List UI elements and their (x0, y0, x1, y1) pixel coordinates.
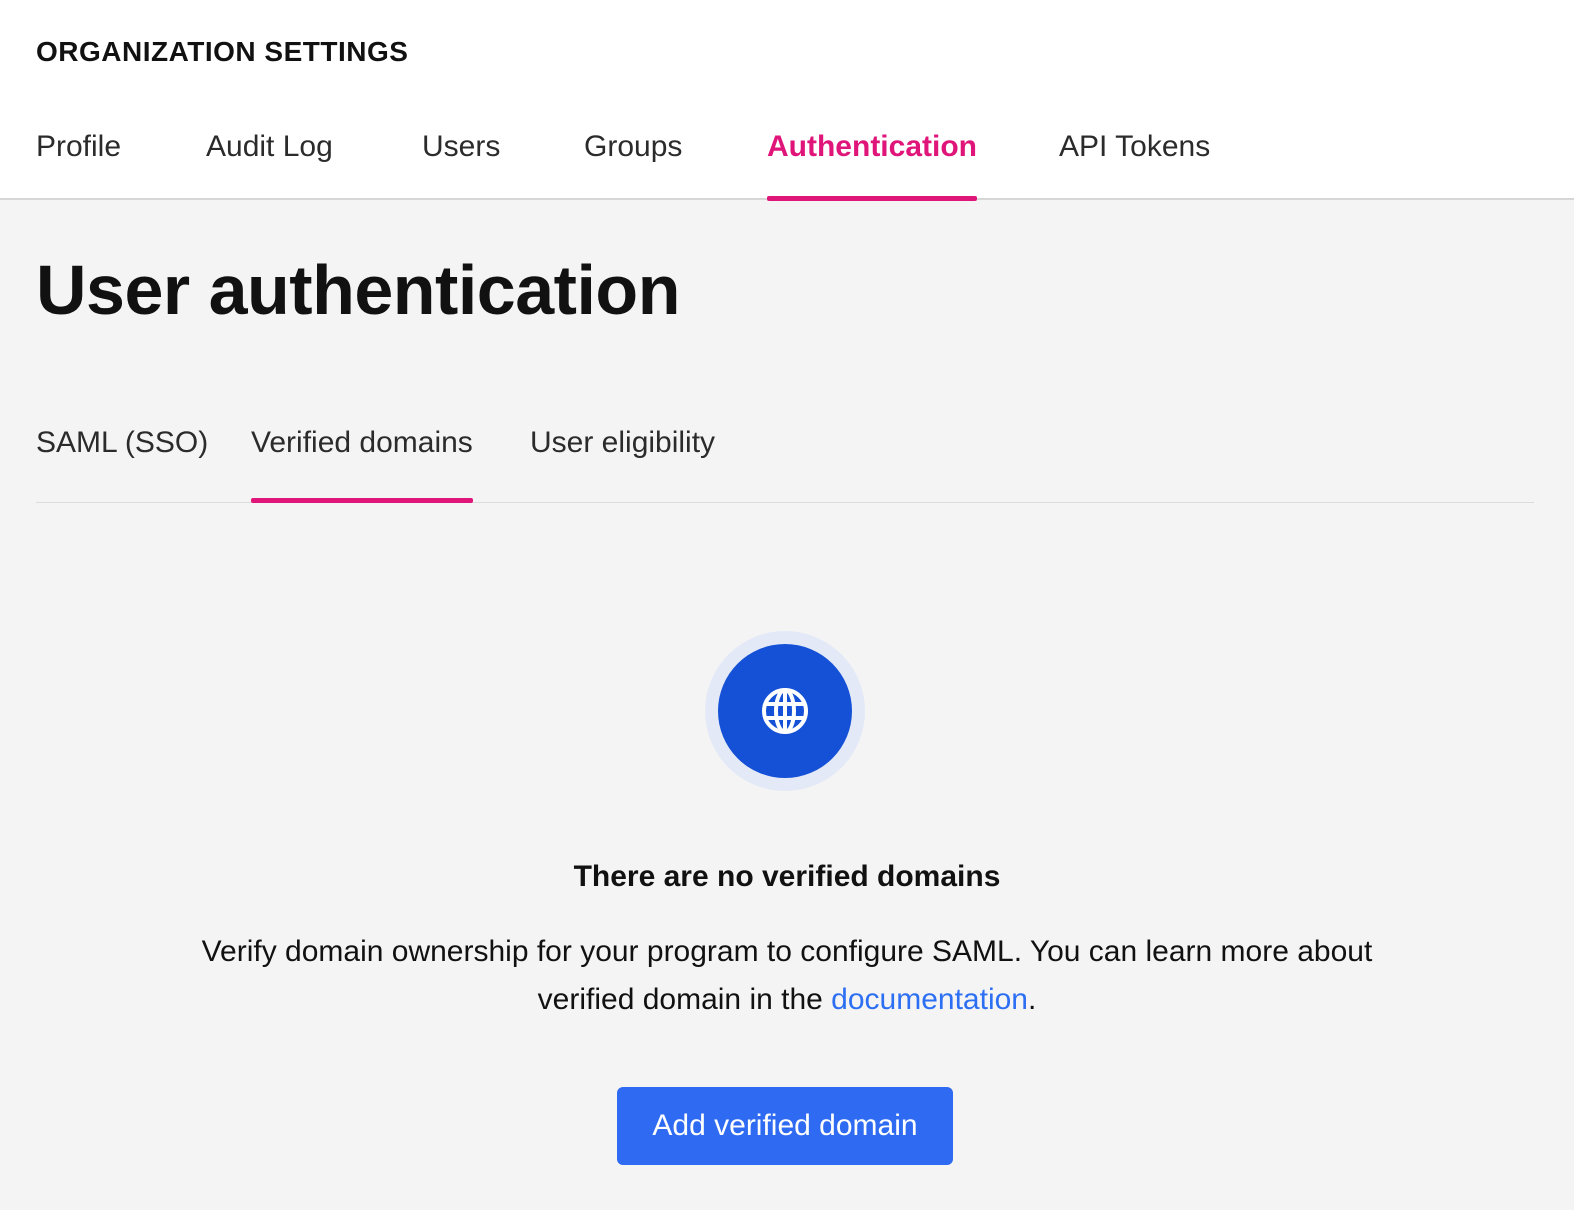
tab-api-tokens[interactable]: API Tokens (1059, 130, 1210, 200)
auth-sub-tab-bar: SAML (SSO) Verified domains User eligibi… (36, 420, 1534, 503)
empty-state-heading: There are no verified domains (573, 860, 1001, 893)
tab-users[interactable]: Users (422, 130, 500, 200)
sub-tab-user-eligibility[interactable]: User eligibility (530, 426, 715, 503)
tab-groups[interactable]: Groups (584, 130, 682, 200)
sub-tab-saml-sso[interactable]: SAML (SSO) (36, 426, 208, 503)
add-verified-domain-button[interactable]: Add verified domain (617, 1087, 953, 1165)
sub-tab-label: Verified domains (251, 426, 473, 459)
page-title: User authentication (36, 251, 680, 329)
tab-label: API Tokens (1059, 130, 1211, 163)
globe-icon (762, 688, 808, 734)
active-tab-indicator (767, 196, 977, 201)
empty-state-icon-badge (705, 631, 865, 791)
description-period: . (1027, 983, 1037, 1016)
org-settings-title: ORGANIZATION SETTINGS (36, 36, 409, 67)
tab-label: Users (422, 130, 501, 163)
sub-tab-verified-domains[interactable]: Verified domains (251, 426, 473, 503)
active-sub-tab-indicator (251, 498, 473, 503)
tab-label: Profile (36, 130, 122, 163)
documentation-link[interactable]: documentation (831, 983, 1028, 1016)
empty-state-icon-circle (718, 644, 852, 778)
tab-label: Audit Log (206, 130, 333, 163)
tab-authentication[interactable]: Authentication (767, 130, 977, 201)
sub-tab-label: SAML (SSO) (36, 426, 209, 459)
settings-header: ORGANIZATION SETTINGS Profile Audit Log … (0, 0, 1574, 201)
tab-audit-log[interactable]: Audit Log (206, 130, 333, 200)
description-text: Verify domain ownership for your program… (201, 935, 1373, 1016)
tab-profile[interactable]: Profile (36, 130, 121, 200)
empty-state-description: Verify domain ownership for your program… (187, 928, 1387, 1024)
sub-tab-label: User eligibility (530, 426, 716, 459)
tab-label: Authentication (767, 130, 977, 163)
tab-label: Groups (584, 130, 683, 163)
